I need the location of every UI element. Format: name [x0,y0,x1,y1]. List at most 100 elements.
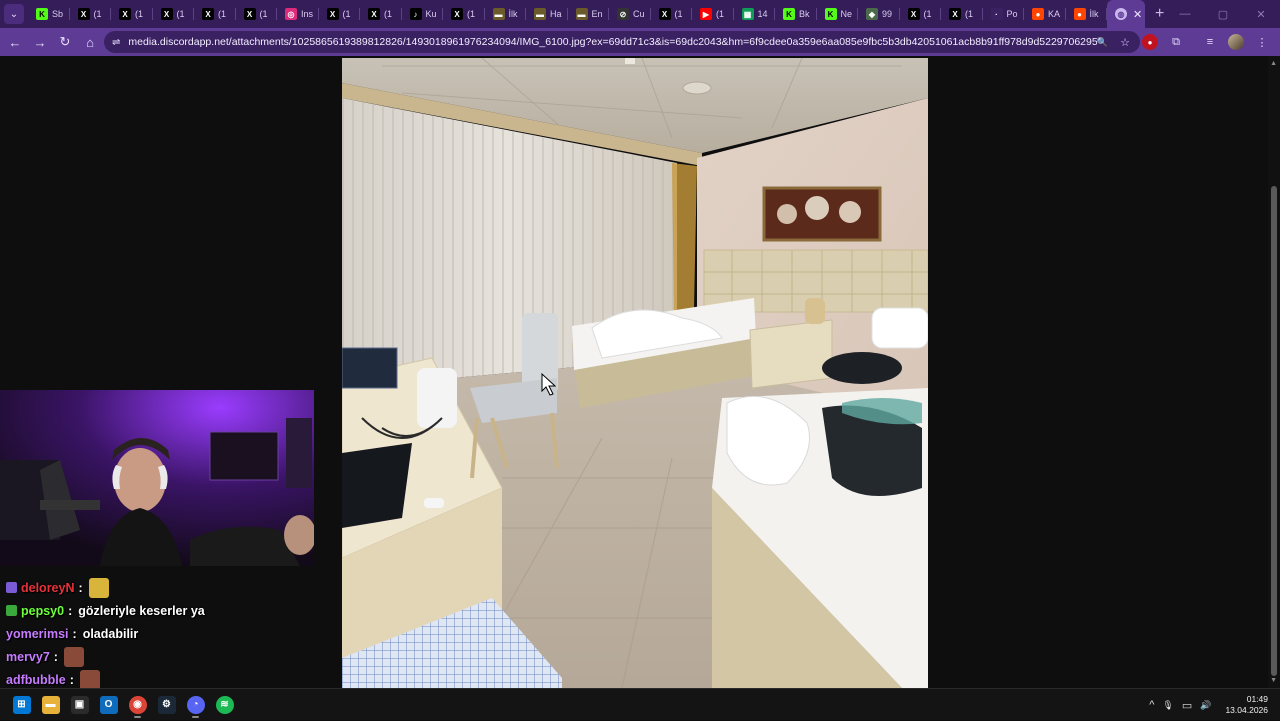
tab-12[interactable]: ▬ Ha [526,0,568,28]
tab-14[interactable]: ⊘ Cu [609,0,651,28]
tab-3[interactable]: X (1 [153,0,195,28]
close-window-button[interactable]: ✕ [1242,0,1280,28]
menu-kebab-icon[interactable]: ⋮ [1254,34,1270,50]
forward-button[interactable]: → [28,30,52,54]
kick-icon: K [824,8,837,20]
bookmark-star-icon[interactable]: ☆ [1120,36,1130,49]
chat-username: yomerimsi [6,626,69,641]
tab-25[interactable]: ● İlk [1066,0,1108,28]
tab-label: (1 [467,9,476,19]
spotify-button[interactable]: ≋ [211,691,238,719]
scroll-up-icon[interactable]: ▲ [1270,60,1277,67]
tab-search-button[interactable]: ⌄ [4,4,24,24]
tab-4[interactable]: X (1 [194,0,236,28]
new-tab-button[interactable]: + [1155,5,1164,23]
tab-5[interactable]: X (1 [236,0,278,28]
tab-6[interactable]: ◎ Ins [277,0,319,28]
chat-emote-icon [63,646,84,667]
tab-16[interactable]: ▶ (1 [692,0,734,28]
reload-button[interactable]: ↻ [53,30,77,54]
spotify-icon: ≋ [215,695,234,714]
tab-8[interactable]: X (1 [360,0,402,28]
x-icon: X [451,8,463,20]
tab-21[interactable]: X (1 [900,0,942,28]
scrollbar-thumb[interactable] [1271,186,1277,676]
tab-9[interactable]: ♪ Ku [402,0,444,28]
url-text[interactable]: media.discordapp.net/attachments/1025865… [128,36,1097,48]
chat-separator: : [72,626,77,641]
tab-17[interactable]: ▦ 14 [734,0,776,28]
windows-start-button[interactable]: ⊞ [8,691,35,719]
x-icon: X [949,8,961,20]
tab-11[interactable]: ▬ İlk [485,0,527,28]
clock[interactable]: 01:49 13.04.2026 [1225,694,1268,716]
x-icon: X [160,8,173,20]
tab-label: Po [1006,9,1018,19]
tab-15[interactable]: X (1 [651,0,693,28]
scroll-down-icon[interactable]: ▼ [1270,677,1277,684]
network-icon[interactable]: ▭ [1182,699,1192,712]
page-scrollbar[interactable]: ▲ ▼ [1268,56,1280,688]
home-button[interactable]: ⌂ [78,30,102,54]
globe-icon: ◍ [1115,8,1127,20]
tab-active[interactable]: ◍ ✕ [1107,0,1145,28]
chat-message: yomerimsi: oladabilir [0,622,330,645]
tab-label: (1 [384,9,393,19]
site-icon: ▬ [492,8,505,20]
tab-1[interactable]: X (1 [70,0,112,28]
windows-start-icon: ⊞ [12,695,31,714]
discord-button[interactable]: ◔ [182,691,209,719]
zoom-icon[interactable]: 🔍 [1097,37,1108,48]
chat-message: mervy7: [0,645,330,668]
tab-label: Ha [550,9,562,19]
tab-close-icon[interactable]: ✕ [1133,8,1142,21]
tab-2[interactable]: X (1 [111,0,153,28]
tab-19[interactable]: K Ne [817,0,859,28]
tab-20[interactable]: ◆ 99 [858,0,900,28]
x-icon: X [326,8,339,20]
tab-label: 14 [757,9,768,19]
steam-button[interactable]: ⚙ [153,691,180,719]
volume-icon[interactable]: 🔊 [1200,700,1211,711]
media-controls-icon[interactable]: ≡ [1202,34,1218,50]
tab-22[interactable]: X (1 [941,0,983,28]
site-icon: · [990,8,1003,20]
sheets-icon: ▦ [741,8,754,20]
tab-10[interactable]: X (1 [443,0,485,28]
tab-7[interactable]: X (1 [319,0,361,28]
tab-label: Ne [840,9,853,19]
profile-avatar[interactable] [1228,34,1244,50]
site-info-icon[interactable]: ⇌ [112,37,120,48]
chat-separator: : [68,603,73,618]
microphone-icon[interactable]: 🎙 [1162,700,1173,711]
chat-text: oladabilir [82,626,139,641]
chrome-button[interactable]: ◉ [124,691,151,719]
file-explorer-button[interactable]: ▬ [37,691,64,719]
site-icon: ▬ [575,8,588,20]
maximize-button[interactable]: ▢ [1204,0,1242,28]
hotel-room-image [342,58,928,688]
tab-24[interactable]: ● KA [1024,0,1066,28]
x-icon: X [658,8,671,20]
tab-23[interactable]: · Po [983,0,1025,28]
extensions-icon[interactable]: ⧉ [1168,34,1184,50]
tab-label: (1 [965,9,974,19]
x-icon: X [243,8,256,20]
chat-username: adfbubble [6,672,66,687]
tab-strip: ⌄ K Sb X (1 X (1 X (1 X (1 X (1 ◎ Ins X (1 X (1 ♪ Ku X (1 ▬ İlk… [0,0,1280,28]
tray-chevron-icon[interactable]: ^ [1149,699,1154,711]
browser-toolbar: ← → ↻ ⌂ ⇌ media.discordapp.net/attachmen… [0,28,1280,56]
store-button[interactable]: ▣ [66,691,93,719]
chat-overlay: deloreyN: pepsy0: gözleriyle keserler ya yo… [0,576,330,691]
tab-13[interactable]: ▬ En [568,0,610,28]
x-icon: X [368,8,380,20]
tab-18[interactable]: K Bk [775,0,817,28]
back-button[interactable]: ← [3,30,27,54]
window-controls: — ▢ ✕ [1166,0,1280,28]
clock-date: 13.04.2026 [1225,705,1268,715]
tab-0[interactable]: K Sb [28,0,70,28]
record-extension-icon[interactable]: ● [1142,34,1158,50]
outlook-button[interactable]: O [95,691,122,719]
minimize-button[interactable]: — [1166,0,1204,28]
address-bar[interactable]: ⇌ media.discordapp.net/attachments/10258… [104,31,1140,53]
